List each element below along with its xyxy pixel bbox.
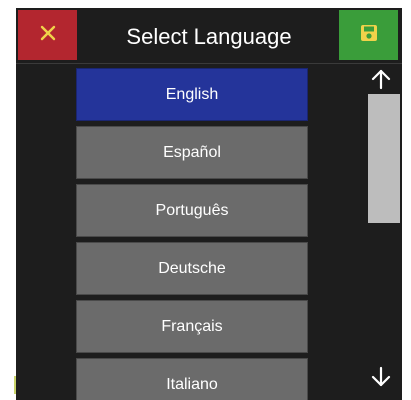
language-label: Português: [155, 201, 229, 219]
scrollbar-track[interactable]: [368, 94, 400, 362]
dialog-header: Select Language: [16, 8, 402, 64]
scrollbar-thumb[interactable]: [368, 94, 400, 223]
save-button[interactable]: [339, 10, 398, 60]
language-list: English Español Português Deutsche Franç…: [76, 66, 312, 400]
language-dialog: Select Language English Español Portuguê…: [16, 8, 402, 400]
arrow-up-icon: [371, 68, 391, 95]
language-item-espanol[interactable]: Español: [76, 126, 308, 179]
scroll-down-button[interactable]: [368, 364, 394, 394]
language-item-italiano[interactable]: Italiano: [76, 358, 308, 400]
language-item-francais[interactable]: Français: [76, 300, 308, 353]
arrow-down-icon: [371, 366, 391, 393]
language-item-deutsche[interactable]: Deutsche: [76, 242, 308, 295]
language-label: Deutsche: [158, 259, 226, 277]
save-icon: [359, 23, 379, 48]
close-icon: [39, 24, 57, 47]
dialog-title: Select Language: [126, 24, 292, 49]
language-label: Español: [163, 143, 221, 161]
language-label: Français: [161, 317, 223, 335]
close-button[interactable]: [18, 10, 77, 60]
language-label: English: [165, 85, 219, 103]
language-item-english[interactable]: English: [76, 68, 308, 121]
language-item-portugues[interactable]: Português: [76, 184, 308, 237]
language-label: Italiano: [166, 375, 218, 393]
scroll-up-button[interactable]: [368, 66, 394, 96]
